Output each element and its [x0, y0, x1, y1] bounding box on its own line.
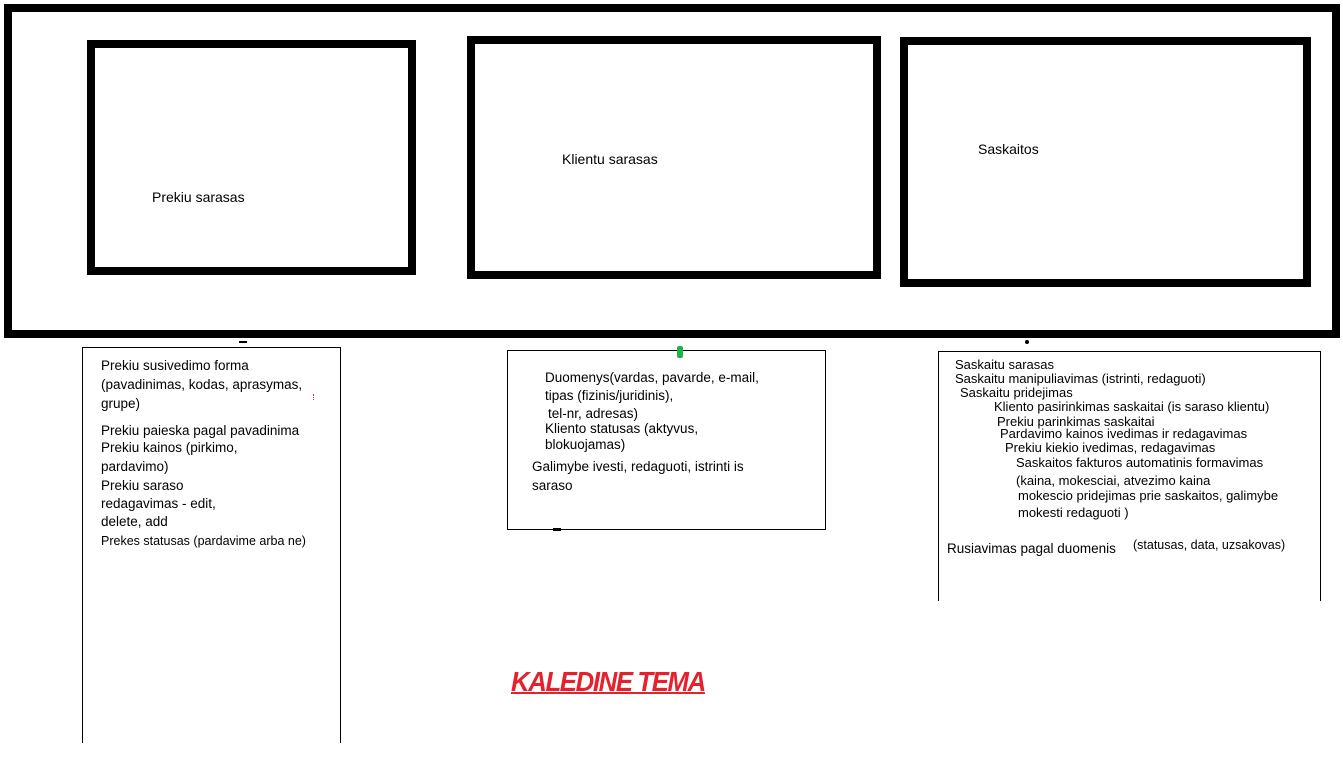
list-item: saraso — [532, 478, 573, 493]
list-item: Prekiu susivedimo forma — [101, 358, 249, 373]
list-item: Saskaitu sarasas — [955, 357, 1054, 372]
list-item: Kliento pasirinkimas saskaitai (is saras… — [994, 399, 1270, 414]
list-item: Prekiu kiekio ivedimas, redagavimas — [1005, 440, 1216, 455]
module-box-prekes — [87, 40, 416, 275]
list-item: Pardavimo kainos ivedimas ir redagavimas — [1000, 426, 1248, 441]
module-label-saskaitos: Saskaitos — [978, 141, 1039, 157]
list-item: Saskaitu manipuliavimas (istrinti, redag… — [955, 371, 1206, 386]
list-item: delete, add — [101, 514, 168, 529]
list-item: Rusiavimas pagal duomenis — [947, 541, 1116, 556]
list-item: Prekes statusas (pardavime arba ne) — [101, 534, 306, 548]
list-item: tipas (fizinis/juridinis), — [545, 388, 674, 403]
list-item: Saskaitu pridejimas — [960, 385, 1073, 400]
connector-tick-left — [239, 341, 247, 343]
connector-tick-right — [1025, 340, 1029, 344]
list-item: Saskaitos fakturos automatinis formavima… — [1016, 455, 1264, 470]
list-item: redagavimas - edit, — [101, 496, 216, 511]
green-marker — [677, 346, 683, 358]
list-item: mokesti redaguoti ) — [1018, 505, 1129, 520]
list-item: Duomenys(vardas, pavarde, e-mail, — [545, 370, 759, 385]
list-item: (statusas, data, uzsakovas) — [1133, 538, 1286, 552]
panel-klientai-footer-tick — [553, 528, 561, 531]
list-item: (kaina, mokesciai, atvezimo kaina — [1016, 473, 1211, 488]
list-item: Prekiu kainos (pirkimo, — [101, 440, 238, 455]
list-item: mokescio pridejimas prie saskaitos, gali… — [1018, 488, 1279, 503]
red-dot-mark — [313, 394, 315, 400]
list-item: grupe) — [101, 396, 141, 411]
list-item: Prekiu saraso — [101, 478, 184, 493]
list-item: Galimybe ivesti, redaguoti, istrinti is — [532, 459, 744, 474]
list-item: (pavadinimas, kodas, aprasymas, — [101, 377, 303, 392]
module-label-prekes: Prekiu sarasas — [152, 189, 245, 205]
module-box-saskaitos — [900, 37, 1311, 287]
list-item: blokuojamas) — [545, 437, 626, 452]
list-item: Kliento statusas (aktyvus, — [545, 421, 699, 436]
theme-label: KALEDINE TEMA — [511, 666, 706, 697]
module-box-klientai — [467, 36, 881, 279]
list-item: Prekiu paieska pagal pavadinima — [101, 423, 300, 438]
list-item: pardavimo) — [101, 459, 169, 474]
module-label-klientai: Klientu sarasas — [562, 151, 658, 167]
